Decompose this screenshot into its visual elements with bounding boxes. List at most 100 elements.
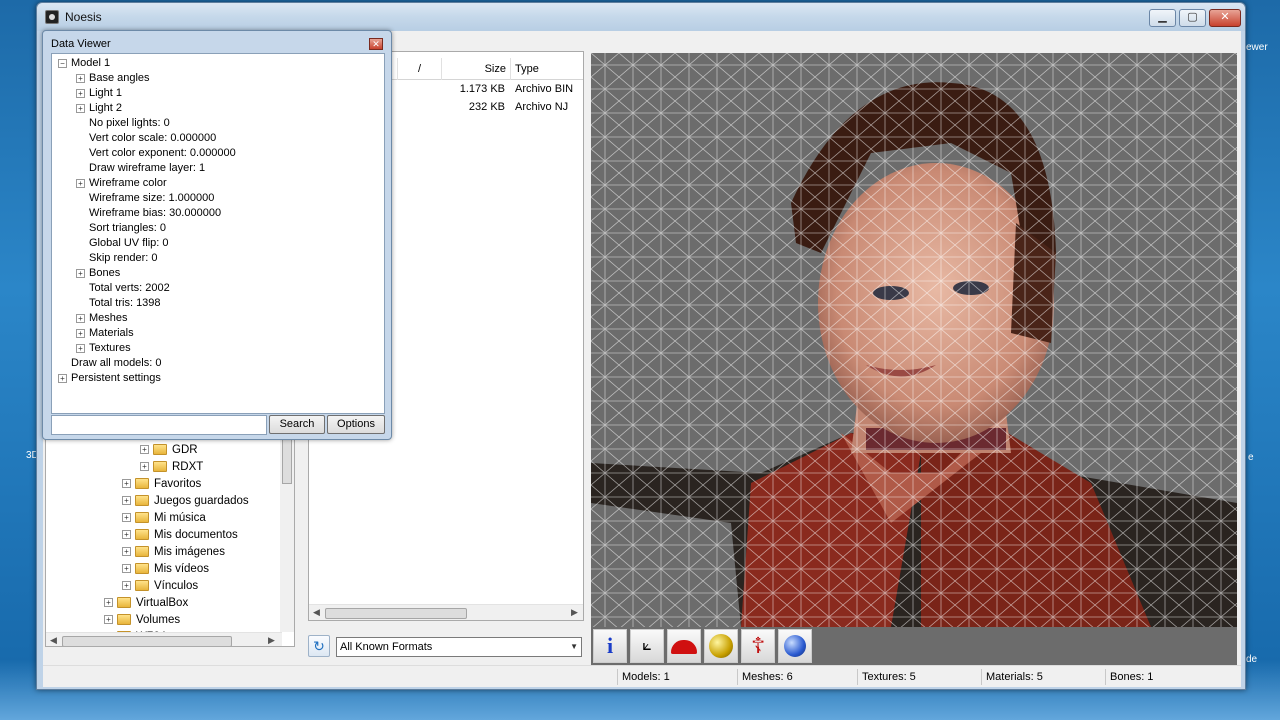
data-viewer-node[interactable]: + Persistent settings [58, 371, 161, 386]
data-viewer-node-label: Vert color exponent: 0.000000 [89, 147, 236, 159]
expand-icon[interactable]: + [122, 581, 131, 591]
expand-icon[interactable]: + [140, 462, 149, 472]
folder-tree-item[interactable]: + Mis vídeos [122, 561, 209, 578]
data-viewer-node[interactable]: Global UV flip: 0 [76, 236, 168, 251]
data-viewer-node[interactable]: + Wireframe color [76, 176, 167, 191]
folder-tree-item-label: VirtualBox [136, 597, 189, 609]
file-size: 232 KB [468, 101, 505, 113]
skeleton-button[interactable]: ☦ [741, 629, 775, 663]
data-viewer-node[interactable]: Wireframe size: 1.000000 [76, 191, 214, 206]
folder-tree-item[interactable]: + Vínculos [122, 578, 198, 595]
window-title: Noesis [65, 10, 102, 24]
folder-tree-item[interactable]: + VirtualBox [104, 595, 188, 612]
search-button[interactable]: Search [269, 415, 325, 434]
data-viewer-close-button[interactable]: ✕ [369, 38, 383, 50]
data-viewer-node[interactable]: + Base angles [76, 71, 150, 86]
collapse-icon[interactable]: − [58, 58, 67, 68]
folder-tree-item[interactable]: + Juegos guardados [122, 493, 249, 510]
data-viewer-node[interactable]: Total tris: 1398 [76, 296, 161, 311]
folder-tree-item[interactable]: + Mis imágenes [122, 544, 225, 561]
expand-icon[interactable]: + [122, 530, 131, 540]
data-viewer-node[interactable]: + Materials [76, 326, 134, 341]
refresh-button[interactable]: ↻ [308, 635, 330, 657]
data-viewer-search-input[interactable] [51, 415, 267, 435]
axes-button[interactable]: ⟀ [630, 629, 664, 663]
folder-tree-item[interactable]: + Mis documentos [122, 527, 238, 544]
expand-icon[interactable]: + [122, 547, 131, 557]
expand-icon[interactable]: + [76, 103, 85, 113]
scroll-right-icon[interactable]: ▶ [268, 635, 275, 646]
expand-icon[interactable]: + [76, 88, 85, 98]
noesis-app-icon[interactable] [45, 10, 59, 24]
info-icon: i [606, 633, 614, 658]
data-viewer-node[interactable]: + Textures [76, 341, 131, 356]
data-viewer-node[interactable]: Vert color exponent: 0.000000 [76, 146, 236, 161]
column-header-name[interactable]: / [397, 58, 441, 80]
data-viewer-node[interactable]: Draw wireframe layer: 1 [76, 161, 205, 176]
data-viewer-node[interactable]: Wireframe bias: 30.000000 [76, 206, 221, 221]
data-viewer-node[interactable]: + Light 1 [76, 86, 122, 101]
scroll-left-icon[interactable]: ◀ [50, 635, 57, 646]
expand-icon[interactable]: + [76, 313, 85, 323]
expand-icon[interactable]: + [122, 564, 131, 574]
data-viewer-node-label: Textures [89, 342, 131, 354]
data-viewer-node[interactable]: Sort triangles: 0 [76, 221, 166, 236]
data-viewer-tree[interactable]: − Model 1 + Base angles + Light 1 + Light 2 No p… [51, 53, 385, 414]
data-viewer-node[interactable]: − Model 1 [58, 56, 110, 71]
scroll-thumb[interactable] [62, 636, 232, 646]
data-viewer-node[interactable]: Vert color scale: 0.000000 [76, 131, 216, 146]
expand-icon[interactable]: + [104, 615, 113, 625]
data-viewer-node[interactable]: No pixel lights: 0 [76, 116, 170, 131]
folder-tree-item[interactable]: + Favoritos [122, 476, 201, 493]
folder-tree-item[interactable]: + Mi música [122, 510, 206, 527]
folder-tree-hscrollbar[interactable]: ◀ ▶ [46, 632, 282, 646]
data-viewer-node[interactable]: Draw all models: 0 [58, 356, 161, 371]
axes-icon: ⟀ [642, 637, 652, 654]
folder-icon [135, 495, 149, 507]
folder-tree-item-label: Volumes [136, 614, 181, 626]
info-button[interactable]: i [593, 629, 627, 663]
file-list-hscrollbar[interactable]: ◀ ▶ [309, 604, 583, 620]
folder-icon [117, 597, 131, 609]
data-viewer-node[interactable]: Skip render: 0 [76, 251, 157, 266]
expand-icon[interactable]: + [76, 73, 85, 83]
column-header-size[interactable]: Size [441, 58, 510, 80]
folder-tree-item[interactable]: + RDXT [140, 459, 203, 476]
folder-tree[interactable]: + GDR + RDXT + Favoritos + Juegos guardados + Mi … [45, 433, 295, 647]
yellow-sphere-button[interactable] [704, 629, 738, 663]
scroll-right-icon[interactable]: ▶ [571, 607, 578, 618]
data-viewer-node-label: Draw wireframe layer: 1 [89, 162, 206, 174]
folder-tree-item[interactable]: + GDR [140, 442, 198, 459]
expand-icon[interactable]: + [122, 496, 131, 506]
data-viewer-node[interactable]: + Bones [76, 266, 120, 281]
expand-icon[interactable]: + [104, 598, 113, 608]
expand-icon[interactable]: + [76, 343, 85, 353]
minimize-button[interactable]: ▁ [1149, 9, 1176, 27]
expand-icon[interactable]: + [122, 479, 131, 489]
expand-icon[interactable]: + [76, 268, 85, 278]
render-sphere-button[interactable] [778, 629, 812, 663]
folder-tree-item[interactable]: + Volumes [104, 612, 180, 629]
format-select[interactable]: All Known Formats ▼ [336, 637, 582, 657]
options-button[interactable]: Options [327, 415, 385, 434]
close-button[interactable]: ✕ [1209, 9, 1241, 27]
expand-icon[interactable]: + [140, 445, 149, 455]
data-viewer-node[interactable]: + Light 2 [76, 101, 122, 116]
scroll-thumb[interactable] [282, 434, 292, 484]
folder-tree-vscrollbar[interactable] [280, 434, 294, 632]
red-dome-button[interactable] [667, 629, 701, 663]
refresh-icon: ↻ [313, 638, 325, 654]
desktop-edge-text: e [1248, 452, 1254, 463]
expand-icon[interactable]: + [58, 373, 67, 383]
maximize-button[interactable]: ▢ [1179, 9, 1206, 27]
scroll-thumb[interactable] [325, 608, 467, 619]
title-bar[interactable]: Noesis ▁ ▢ ✕ [37, 3, 1245, 31]
expand-icon[interactable]: + [122, 513, 131, 523]
data-viewer-node[interactable]: + Meshes [76, 311, 128, 326]
scroll-left-icon[interactable]: ◀ [313, 607, 320, 618]
model-viewport[interactable] [591, 53, 1237, 627]
data-viewer-node[interactable]: Total verts: 2002 [76, 281, 170, 296]
column-header-type[interactable]: Type [510, 58, 585, 80]
expand-icon[interactable]: + [76, 178, 85, 188]
expand-icon[interactable]: + [76, 328, 85, 338]
